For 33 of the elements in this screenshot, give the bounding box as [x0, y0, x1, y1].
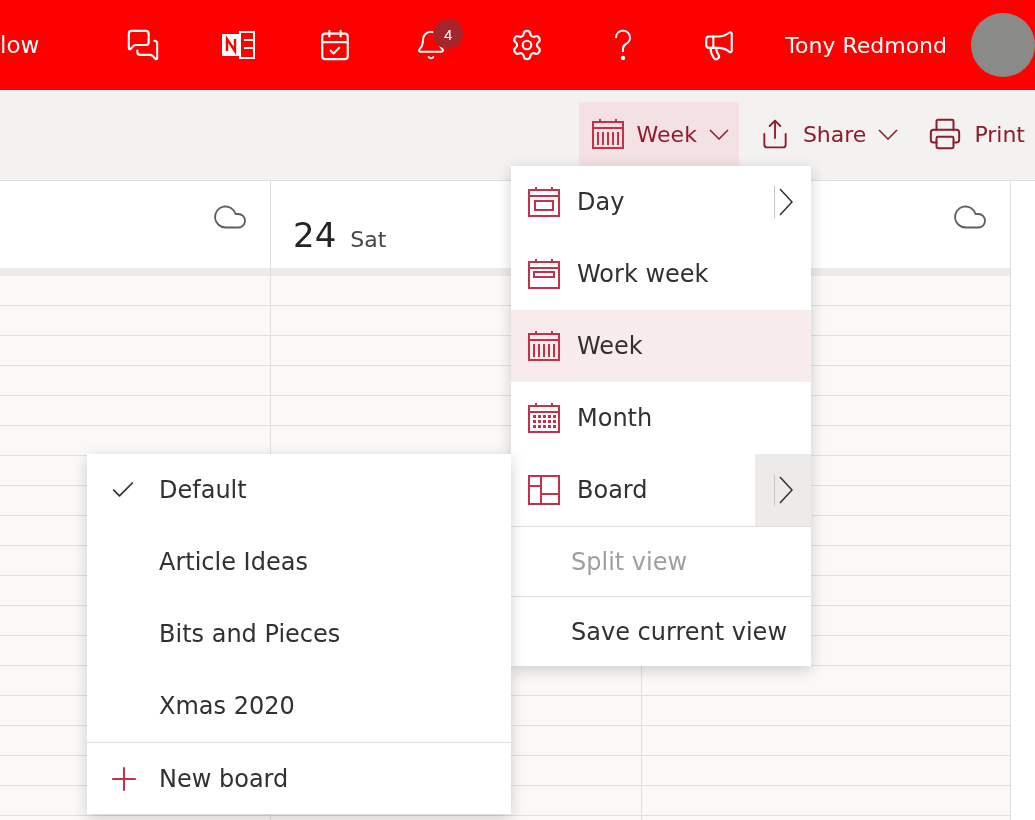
- board-layout-icon: [527, 474, 561, 506]
- view-button[interactable]: Week: [578, 102, 739, 166]
- chevron-right-icon: [778, 188, 793, 216]
- notifications-button[interactable]: 4: [383, 15, 480, 75]
- chat-icon: [126, 28, 161, 62]
- notification-badge: 4: [433, 19, 464, 49]
- week-calendar-icon: [527, 330, 561, 362]
- chevron-down-icon: [708, 128, 729, 140]
- view-menu-item[interactable]: Month: [511, 382, 811, 454]
- board-menu-item[interactable]: Xmas 2020: [87, 670, 511, 742]
- user-name[interactable]: Tony Redmond: [785, 32, 947, 58]
- board-menu-item[interactable]: Bits and Pieces: [87, 598, 511, 670]
- day-number: 24: [293, 215, 337, 255]
- board-menu-item[interactable]: Default: [87, 454, 511, 526]
- view-menu-item[interactable]: Day: [511, 166, 755, 238]
- view-menu-item[interactable]: Week: [511, 310, 811, 382]
- help-icon: [613, 29, 634, 61]
- new-board-button[interactable]: New board: [87, 742, 511, 814]
- printer-icon: [928, 117, 963, 151]
- app-title: low: [0, 32, 40, 58]
- work-week-calendar-icon: [527, 258, 561, 290]
- view-menu-item[interactable]: Board: [511, 454, 755, 526]
- month-calendar-icon: [527, 402, 561, 434]
- print-button[interactable]: Print: [916, 102, 1035, 166]
- chevron-down-icon: [878, 128, 899, 140]
- share-button[interactable]: Share: [746, 102, 909, 166]
- chevron-right-icon: [778, 476, 793, 504]
- day-calendar-icon: [527, 186, 561, 218]
- view-menu-item[interactable]: Work week: [511, 238, 811, 310]
- notebook-icon: [222, 30, 257, 60]
- week-calendar-icon: [590, 118, 625, 150]
- weekday-label: Sat: [350, 227, 387, 254]
- board-menu-item[interactable]: Article Ideas: [87, 526, 511, 598]
